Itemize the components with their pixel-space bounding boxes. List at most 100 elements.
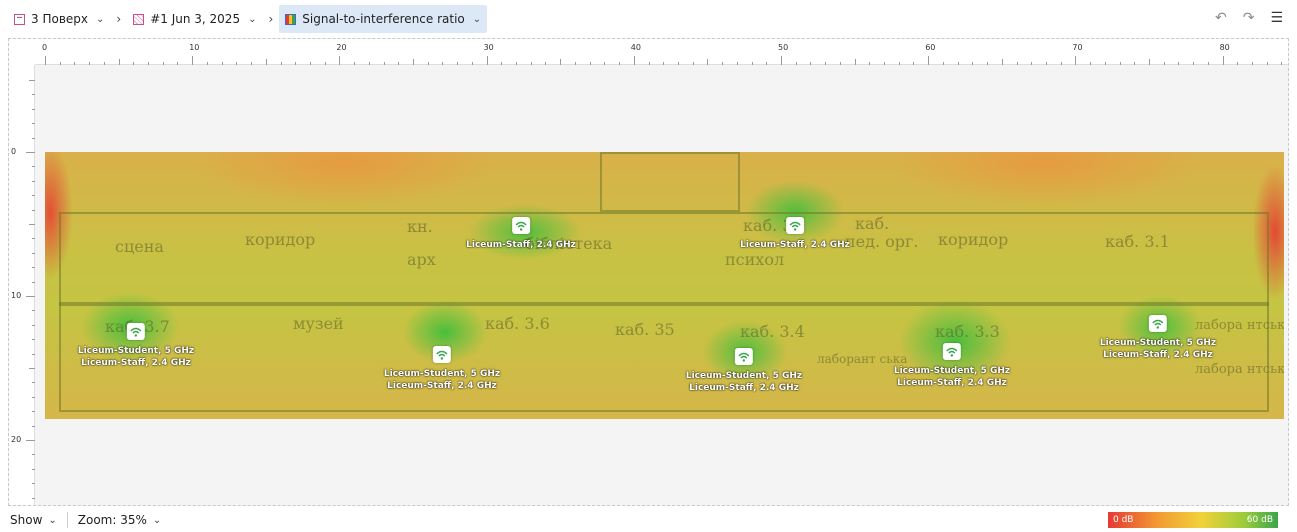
access-point-marker[interactable]: Liceum-Staff, 2.4 GHz xyxy=(466,217,576,251)
ruler-tick xyxy=(32,454,35,456)
redo-icon[interactable]: ↷ xyxy=(1243,10,1255,26)
ruler-tick-label: 10 xyxy=(189,43,200,52)
wifi-icon xyxy=(735,348,753,365)
breadcrumb-separator-icon: › xyxy=(116,12,122,26)
ruler-tick-label: 30 xyxy=(483,43,494,52)
ruler-tick xyxy=(29,368,35,369)
ruler-tick xyxy=(1001,59,1003,65)
room-label: каб. 3.4 xyxy=(740,322,805,341)
ruler-tick xyxy=(32,166,35,168)
ruler-tick xyxy=(26,440,35,441)
breadcrumb-floor[interactable]: 3 Поверх ⌄ xyxy=(8,5,110,33)
zoom-menu-button[interactable]: Zoom: 35% ⌄ xyxy=(68,508,172,532)
ruler-tick xyxy=(59,62,61,65)
breadcrumb-floor-label: 3 Поверх xyxy=(31,12,88,26)
ruler-tick-label: 20 xyxy=(11,435,22,444)
ruler-tick-label: 0 xyxy=(11,147,17,156)
ruler-tick xyxy=(707,59,709,65)
ruler-horizontal: 0 10 20 30 40 50 60 70 80 xyxy=(9,39,1288,65)
ruler-tick xyxy=(103,62,105,65)
ruler-tick xyxy=(45,56,46,65)
ap-network-label: Liceum-Student, 5 GHz xyxy=(685,371,803,381)
floor-plan-stair-block xyxy=(600,152,740,212)
ruler-tick xyxy=(32,468,35,470)
ruler-tick xyxy=(648,62,650,65)
access-point-marker[interactable]: Liceum-Student, 5 GHz Liceum-Staff, 2.4 … xyxy=(686,348,802,394)
ruler-tick xyxy=(324,62,326,65)
ruler-tick xyxy=(192,56,194,65)
ruler-tick-label: 80 xyxy=(1219,43,1230,52)
ruler-tick xyxy=(619,62,621,65)
access-point-marker[interactable]: Liceum-Student, 5 GHz Liceum-Staff, 2.4 … xyxy=(894,343,1010,389)
bottom-bar: Show ⌄ Zoom: 35% ⌄ 0 dB 60 dB xyxy=(0,508,1297,532)
ruler-tick xyxy=(1060,62,1062,65)
map-canvas[interactable]: сцена коридор кн. арх бібліотека каб. 3.… xyxy=(8,38,1289,506)
breadcrumb-survey[interactable]: #1 Jun 3, 2025 ⌄ xyxy=(127,5,262,33)
ruler-tick xyxy=(32,152,35,153)
ruler-tick xyxy=(368,62,370,65)
ruler-tick xyxy=(133,62,135,65)
ruler-tick xyxy=(295,62,297,65)
chevron-down-icon: ⌄ xyxy=(48,514,57,526)
room-label: коридор xyxy=(245,230,316,249)
ruler-tick xyxy=(32,94,35,96)
wifi-icon xyxy=(433,346,451,363)
ruler-tick xyxy=(118,59,120,65)
ruler-tick xyxy=(1222,56,1224,65)
ruler-tick xyxy=(663,62,665,65)
ruler-tick xyxy=(898,62,900,65)
access-point-marker[interactable]: Liceum-Student, 5 GHz Liceum-Staff, 2.4 … xyxy=(384,346,500,392)
ap-network-label: Liceum-Student, 5 GHz xyxy=(1099,338,1217,348)
undo-icon[interactable]: ↶ xyxy=(1215,10,1227,26)
settings-sliders-icon[interactable]: ☰ xyxy=(1270,10,1283,26)
ruler-tick xyxy=(604,62,606,65)
chevron-down-icon: ⌄ xyxy=(248,13,257,25)
ruler-tick xyxy=(32,324,35,326)
ruler-tick xyxy=(545,62,547,65)
ruler-tick xyxy=(32,411,35,413)
ruler-tick xyxy=(589,62,591,65)
ruler-tick xyxy=(972,62,974,65)
wifi-icon xyxy=(943,343,961,360)
ap-network-label: Liceum-Student, 5 GHz xyxy=(893,366,1011,376)
ruler-tick xyxy=(633,56,635,65)
breadcrumb-separator-icon: › xyxy=(268,12,274,26)
ap-network-label: Liceum-Staff, 2.4 GHz xyxy=(740,240,850,250)
access-point-marker[interactable]: Liceum-Staff, 2.4 GHz xyxy=(740,217,850,251)
ruler-tick xyxy=(32,137,35,139)
wifi-icon xyxy=(786,217,804,234)
ap-network-label: Liceum-Staff, 2.4 GHz xyxy=(81,358,191,368)
color-scale-legend: 0 dB 60 dB xyxy=(1108,512,1278,528)
top-toolbar: 3 Поверх ⌄ › #1 Jun 3, 2025 ⌄ › Signal-t… xyxy=(0,0,1297,38)
chevron-down-icon: ⌄ xyxy=(96,13,105,25)
ruler-tick xyxy=(29,224,35,225)
legend-min-label: 0 dB xyxy=(1113,515,1134,525)
ruler-tick xyxy=(74,62,76,65)
ruler-tick xyxy=(206,62,208,65)
ruler-tick xyxy=(560,59,562,65)
ruler-tick-label: 50 xyxy=(778,43,789,52)
breadcrumb-visualization[interactable]: Signal-to-interference ratio ⌄ xyxy=(279,5,488,33)
ruler-tick-label: 60 xyxy=(925,43,936,52)
survey-icon xyxy=(133,13,145,25)
ruler-corner xyxy=(9,39,35,65)
ruler-tick xyxy=(1281,62,1283,65)
ruler-tick-label: 40 xyxy=(630,43,641,52)
ruler-tick xyxy=(427,62,429,65)
ruler-tick xyxy=(251,62,253,65)
ruler-tick xyxy=(162,62,164,65)
ap-network-label: Liceum-Staff, 2.4 GHz xyxy=(689,383,799,393)
ruler-tick xyxy=(32,339,35,341)
ruler-tick xyxy=(942,62,944,65)
show-menu-button[interactable]: Show ⌄ xyxy=(0,508,67,532)
room-label: кн. xyxy=(407,217,433,236)
room-label: сцена xyxy=(115,237,164,256)
access-point-marker[interactable]: Liceum-Student, 5 GHz Liceum-Staff, 2.4 … xyxy=(78,323,194,369)
ruler-tick xyxy=(722,62,724,65)
ruler-tick xyxy=(32,310,35,312)
ruler-tick xyxy=(957,62,959,65)
access-point-marker[interactable]: Liceum-Student, 5 GHz Liceum-Staff, 2.4 … xyxy=(1100,315,1216,361)
ruler-tick xyxy=(795,62,797,65)
ruler-tick xyxy=(501,62,503,65)
ruler-tick xyxy=(1149,59,1150,65)
